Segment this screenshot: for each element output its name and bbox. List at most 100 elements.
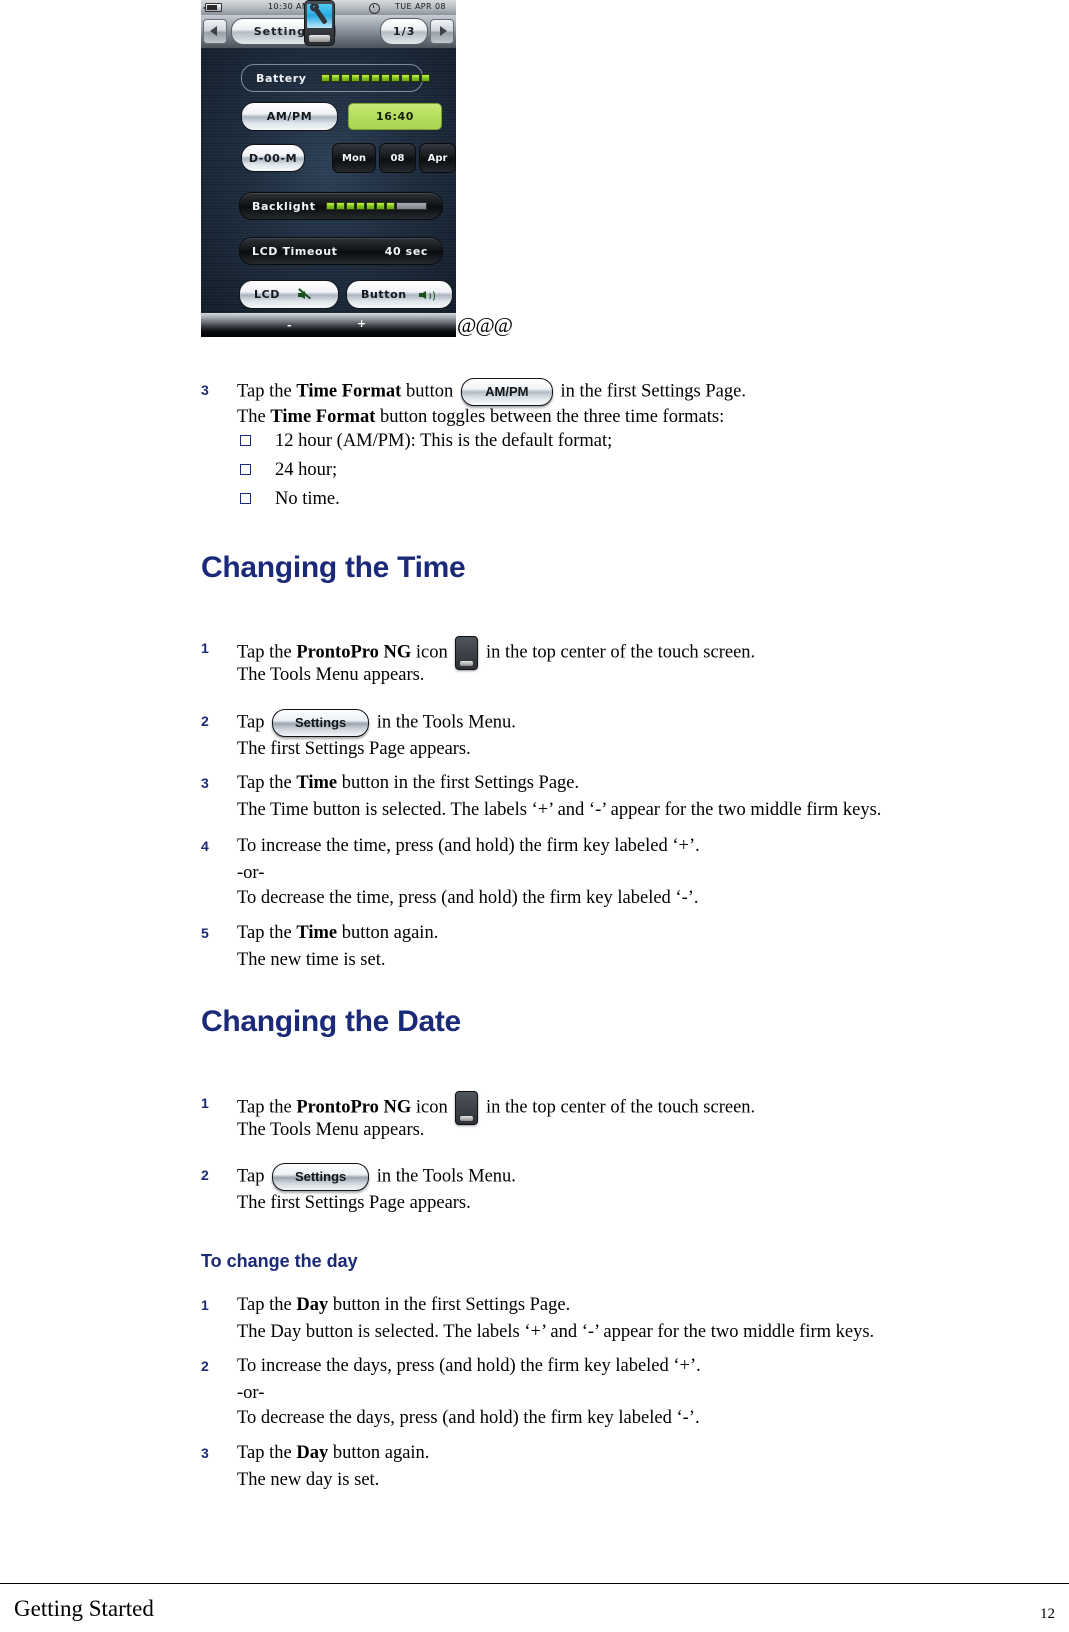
step-number: 3 (201, 1445, 209, 1461)
step-subtext: The Tools Menu appears. (237, 1120, 425, 1140)
step-text: To increase the days, press (and hold) t… (237, 1356, 701, 1376)
date-format-button[interactable]: D-00-M (241, 144, 305, 172)
step-text: To increase the time, press (and hold) t… (237, 836, 700, 856)
substep-post: button toggles between the three time fo… (375, 407, 725, 427)
backlight-gauge (325, 202, 427, 210)
step-text-pre: Tap the (237, 1443, 297, 1463)
lcd-timeout-row[interactable]: LCD Timeout 40 sec (239, 237, 443, 265)
step-text-post: button (401, 381, 458, 402)
step-text-pre: Tap the (237, 1097, 297, 1118)
lcd-sound-label: LCD (254, 288, 281, 301)
step-text: Tap the Time Format button AM/PM in the … (237, 378, 746, 406)
backlight-row[interactable]: Backlight (239, 192, 443, 220)
step-text-tail: in the Tools Menu. (372, 1166, 516, 1187)
day-name-button[interactable]: Mon (332, 143, 376, 173)
step-text-pre: Tap the (237, 381, 297, 402)
month-button[interactable]: Apr (419, 143, 456, 173)
step-text-post: button again. (328, 1443, 430, 1463)
next-page-button[interactable] (430, 19, 454, 44)
footer-page-number: 12 (1040, 1606, 1055, 1622)
button-sound-label: Button (361, 288, 407, 301)
device-screen: 10:30 AM TUE APR 08 Settings 1/3 Battery (201, 0, 456, 337)
step-text-bold: Time Format (296, 381, 402, 402)
bullet-square-icon (240, 464, 251, 475)
battery-icon (203, 3, 222, 12)
step-text-post: button in the first Settings Page. (328, 1295, 571, 1315)
speaker-muted-icon (298, 287, 312, 301)
step-subtext: To decrease the days, press (and hold) t… (237, 1408, 700, 1428)
step-subtext: The Time Format button toggles between t… (237, 405, 724, 431)
step-text: Tap the Time button again. (237, 921, 438, 947)
step-number: 1 (201, 640, 209, 656)
ampm-button-graphic[interactable]: AM/PM (460, 378, 553, 406)
lcd-timeout-label: LCD Timeout (252, 244, 338, 258)
speaker-on-icon (418, 289, 435, 302)
step-subtext: The Tools Menu appears. (237, 665, 425, 685)
step-text-post: button in the first Settings Page. (337, 773, 580, 793)
step-subtext: The first Settings Page appears. (237, 1193, 471, 1213)
step-or: -or- (237, 863, 265, 883)
battery-row: Battery (241, 64, 430, 92)
step-text-pre: Tap (237, 712, 270, 733)
status-time: 10:30 AM (268, 2, 310, 11)
day-number-button[interactable]: 08 (379, 143, 416, 173)
settings-button-graphic[interactable]: Settings (272, 1163, 370, 1191)
bullet-item: 24 hour; (275, 460, 338, 480)
subheading-to-change-the-day: To change the day (201, 1251, 358, 1271)
step-number: 2 (201, 1167, 209, 1183)
substep-pre: The (237, 407, 271, 427)
time-value-field[interactable]: 16:40 (348, 103, 442, 130)
firm-key-strip: - + (201, 313, 456, 337)
step-text: Tap the Day button in the first Settings… (237, 1293, 570, 1319)
device-settings-page: Battery AM/PM 16:40 D-00-M Mon 08 Apr Ba… (201, 48, 456, 313)
step-subtext: The new day is set. (237, 1470, 380, 1490)
substep-bold: Time Format (270, 407, 376, 427)
prontopro-ng-icon[interactable] (455, 1091, 479, 1125)
battery-label: Battery (256, 71, 307, 85)
backlight-label: Backlight (252, 199, 316, 213)
firm-key-plus-label[interactable]: + (357, 317, 366, 330)
lcd-sound-button[interactable]: LCD (239, 280, 339, 309)
step-text-bold: Time (296, 923, 338, 943)
time-format-button[interactable]: AM/PM (241, 102, 338, 131)
step-text-tail: in the first Settings Page. (555, 381, 746, 402)
bullet-item: 12 hour (AM/PM): This is the default for… (275, 431, 613, 451)
step-or: -or- (237, 1383, 265, 1403)
step-text: Tap Settings in the Tools Menu. (237, 709, 516, 737)
status-date: TUE APR 08 (395, 2, 446, 11)
step-number: 3 (201, 382, 209, 398)
prontopro-ng-icon[interactable] (455, 636, 479, 670)
device-screenshot-figure: 10:30 AM TUE APR 08 Settings 1/3 Battery (201, 0, 456, 337)
firm-key-minus-label[interactable]: - (287, 319, 292, 332)
step-text-pre: Tap the (237, 923, 297, 943)
step-number: 2 (201, 1358, 209, 1374)
step-text: Tap Settings in the Tools Menu. (237, 1163, 516, 1191)
step-text-post: icon (411, 1097, 453, 1118)
step-text-post: icon (411, 642, 453, 663)
clock-icon (369, 3, 380, 14)
step-text-tail: in the Tools Menu. (372, 712, 516, 733)
button-sound-button[interactable]: Button (346, 280, 453, 309)
step-number: 2 (201, 713, 209, 729)
step-subtext: To decrease the time, press (and hold) t… (237, 888, 699, 908)
step-subtext: The first Settings Page appears. (237, 739, 471, 759)
step-number: 1 (201, 1095, 209, 1111)
page-title-changing-date: Changing the Date (201, 1005, 461, 1038)
step-number: 4 (201, 838, 209, 854)
step-text-post: button again. (337, 923, 439, 943)
step-text-tail: in the top center of the touch screen. (481, 642, 756, 663)
step-text-bold: Time (296, 773, 338, 793)
footer-section-label: Getting Started (14, 1596, 154, 1621)
step-text-pre: Tap the (237, 773, 297, 793)
prontopro-ng-icon[interactable] (304, 0, 335, 46)
step-text-bold: ProntoPro NG (296, 642, 412, 663)
lcd-timeout-value: 40 sec (384, 244, 428, 258)
settings-button-graphic[interactable]: Settings (272, 709, 370, 737)
step-subtext: The new time is set. (237, 950, 386, 970)
step-text-tail: in the top center of the touch screen. (481, 1097, 756, 1118)
step-number: 5 (201, 925, 209, 941)
prev-page-button[interactable] (203, 19, 227, 44)
step-text-pre: Tap (237, 1166, 270, 1187)
step-text-bold: ProntoPro NG (296, 1097, 412, 1118)
step-text-bold: Day (296, 1295, 329, 1315)
